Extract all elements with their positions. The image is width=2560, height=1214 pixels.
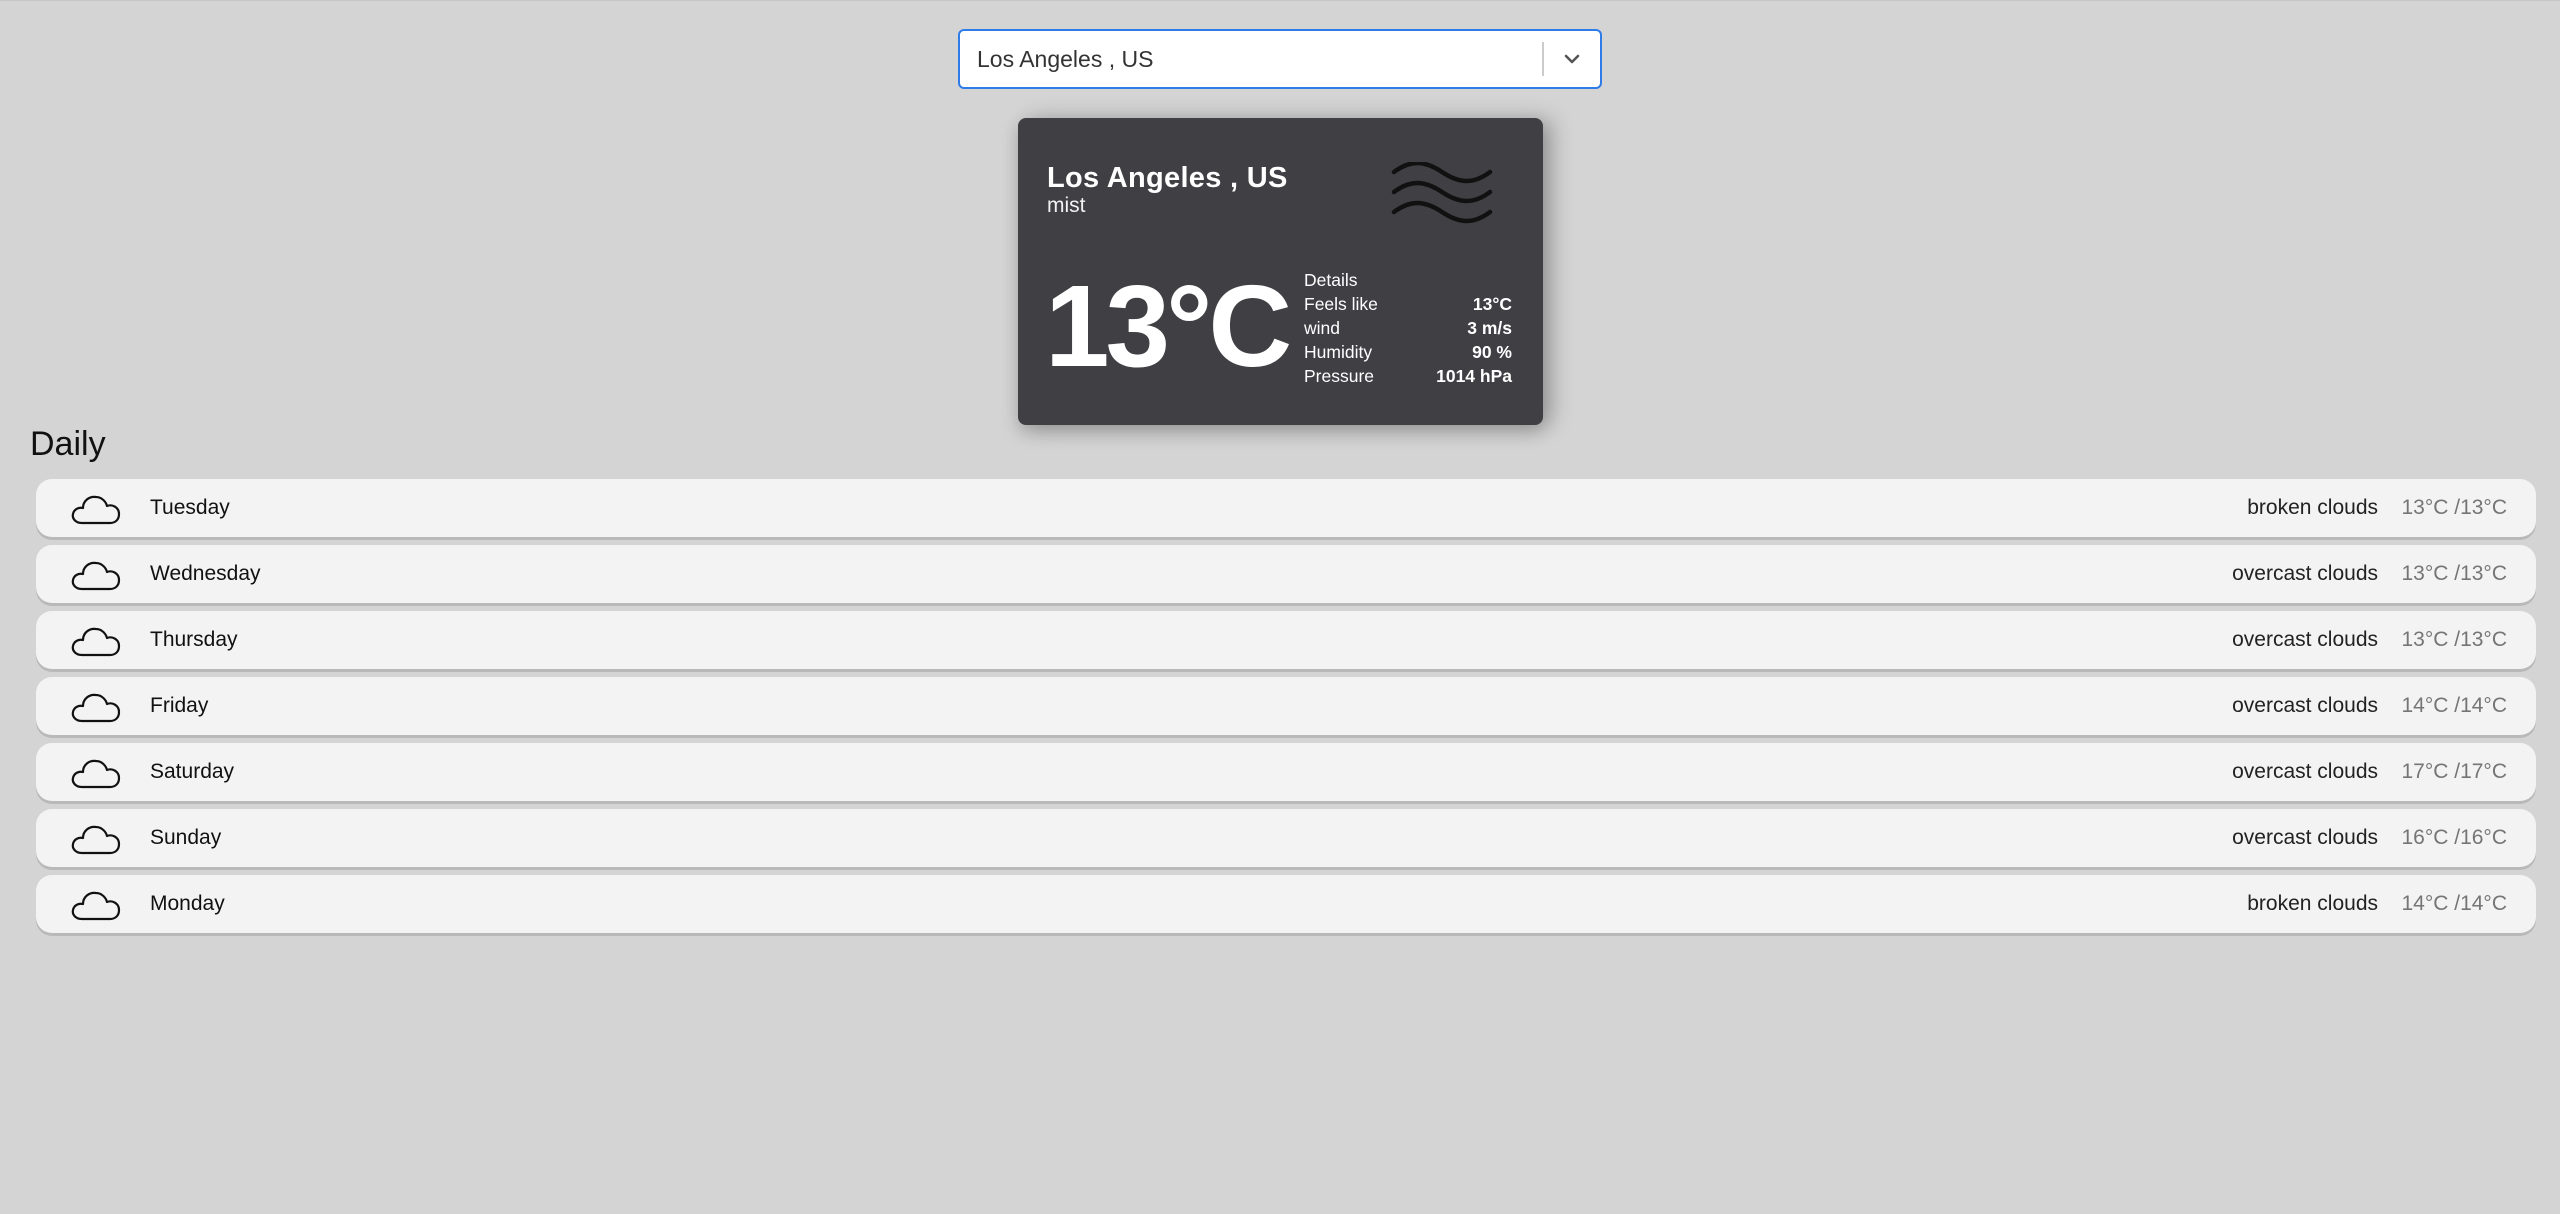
chevron-down-icon[interactable] — [1544, 31, 1600, 87]
detail-pressure: Pressure 1014 hPa — [1304, 364, 1512, 388]
forecast-temperature: 13°C /13°C — [2401, 562, 2507, 585]
detail-label: wind — [1304, 318, 1340, 338]
cloud-icon — [70, 622, 122, 663]
detail-value: 13°C — [1472, 294, 1512, 314]
details-panel: Details Feels like 13°C wind 3 m/s Humid… — [1304, 268, 1512, 388]
current-city: Los Angeles , US — [1047, 162, 1288, 194]
forecast-description: overcast clouds — [2232, 562, 2378, 585]
forecast-day: Tuesday — [150, 496, 230, 519]
forecast-day: Thursday — [150, 628, 238, 651]
search-input[interactable]: Los Angeles , US — [960, 46, 1542, 73]
current-temperature: 13°C — [1045, 261, 1292, 391]
current-description: mist — [1047, 194, 1086, 217]
detail-humidity: Humidity 90 % — [1304, 340, 1512, 364]
forecast-day: Friday — [150, 694, 209, 717]
detail-label: Feels like — [1304, 294, 1378, 314]
daily-title: Daily — [30, 425, 106, 463]
forecast-day: Wednesday — [150, 562, 261, 585]
detail-value: 3 m/s — [1467, 318, 1512, 338]
cloud-icon — [70, 490, 122, 531]
forecast-description: overcast clouds — [2232, 826, 2378, 849]
forecast-day: Saturday — [150, 760, 235, 783]
forecast-item-tuesday[interactable]: Tuesday broken clouds 13°C /13°C — [36, 479, 2536, 537]
detail-label: Humidity — [1304, 342, 1373, 362]
forecast-item-saturday[interactable]: Saturday overcast clouds 17°C /17°C — [36, 743, 2536, 801]
forecast-item-thursday[interactable]: Thursday overcast clouds 13°C /13°C — [36, 611, 2536, 669]
forecast-description: overcast clouds — [2232, 628, 2378, 651]
detail-value: 90 % — [1472, 342, 1512, 362]
daily-forecast-list: Tuesday broken clouds 13°C /13°C Wednesd… — [36, 479, 2536, 941]
mist-icon — [1390, 160, 1494, 229]
cloud-icon — [70, 688, 122, 729]
forecast-item-monday[interactable]: Monday broken clouds 14°C /14°C — [36, 875, 2536, 933]
detail-label: Pressure — [1304, 366, 1375, 386]
weather-app: Los Angeles , US Los Angeles , US mist 1… — [0, 0, 2560, 1214]
cloud-icon — [70, 886, 122, 927]
forecast-temperature: 13°C /13°C — [2401, 628, 2507, 651]
forecast-description: overcast clouds — [2232, 760, 2378, 783]
forecast-item-wednesday[interactable]: Wednesday overcast clouds 13°C /13°C — [36, 545, 2536, 603]
forecast-day: Monday — [150, 892, 225, 915]
detail-feels-like: Feels like 13°C — [1304, 292, 1512, 316]
forecast-temperature: 14°C /14°C — [2401, 694, 2507, 717]
forecast-description: overcast clouds — [2232, 694, 2378, 717]
forecast-item-sunday[interactable]: Sunday overcast clouds 16°C /16°C — [36, 809, 2536, 867]
current-weather-card: Los Angeles , US mist 13°C Details Feels… — [1018, 118, 1543, 425]
forecast-description: broken clouds — [2247, 892, 2378, 915]
forecast-temperature: 17°C /17°C — [2401, 760, 2507, 783]
forecast-description: broken clouds — [2247, 496, 2378, 519]
detail-value: 1014 hPa — [1436, 366, 1512, 386]
forecast-temperature: 14°C /14°C — [2401, 892, 2507, 915]
forecast-item-friday[interactable]: Friday overcast clouds 14°C /14°C — [36, 677, 2536, 735]
details-label: Details — [1304, 270, 1358, 290]
forecast-temperature: 13°C /13°C — [2401, 496, 2507, 519]
forecast-day: Sunday — [150, 826, 222, 849]
details-heading: Details — [1304, 268, 1512, 292]
cloud-icon — [70, 754, 122, 795]
city-search-select[interactable]: Los Angeles , US — [958, 29, 1602, 89]
cloud-icon — [70, 820, 122, 861]
forecast-temperature: 16°C /16°C — [2401, 826, 2507, 849]
detail-wind: wind 3 m/s — [1304, 316, 1512, 340]
cloud-icon — [70, 556, 122, 597]
